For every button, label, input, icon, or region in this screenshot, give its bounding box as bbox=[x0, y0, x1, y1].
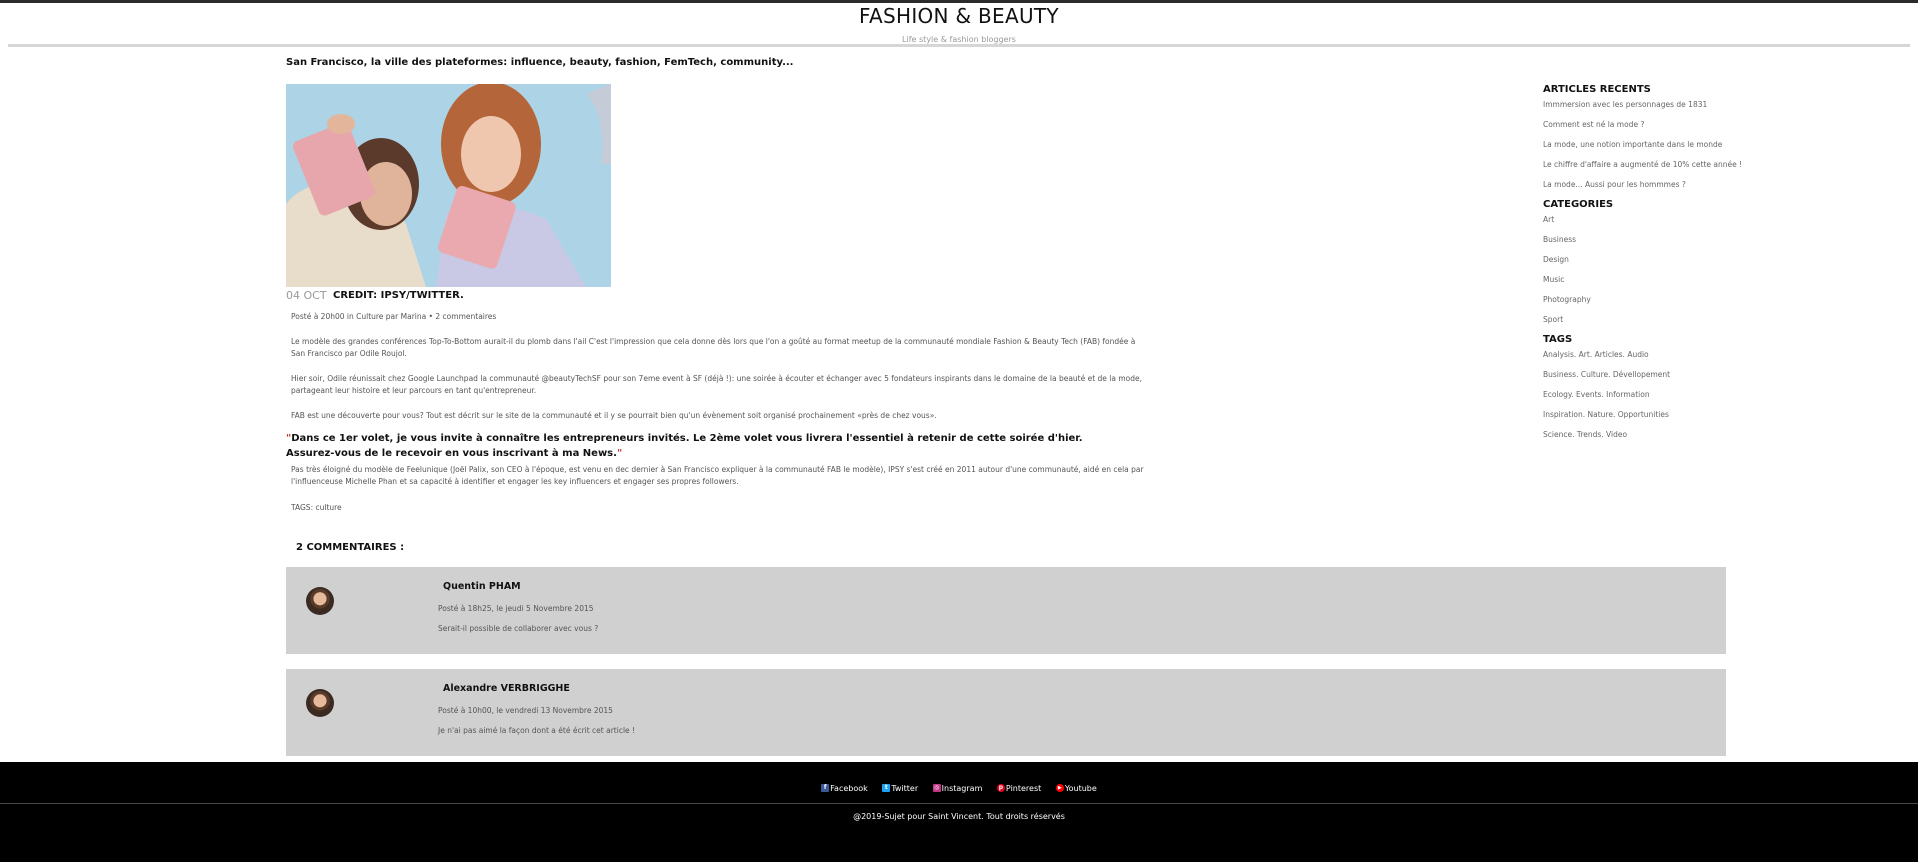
site-subtitle: Life style & fashion bloggers bbox=[902, 35, 1016, 44]
category-link-design[interactable]: Design bbox=[1543, 254, 1773, 274]
category-link-business[interactable]: Business bbox=[1543, 234, 1773, 254]
tag-group-link[interactable]: Ecology. Events. Information bbox=[1543, 389, 1773, 409]
avatar bbox=[306, 587, 334, 615]
category-link-photography[interactable]: Photography bbox=[1543, 294, 1773, 314]
facebook-label: Facebook bbox=[830, 783, 868, 793]
sidebar: ARTICLES RECENTS Immmersion avec les per… bbox=[1543, 84, 1773, 449]
avatar bbox=[306, 689, 334, 717]
article-quote: "Dans ce 1er volet, je vous invite à con… bbox=[286, 431, 1116, 461]
top-border bbox=[0, 0, 1918, 3]
category-link-sport[interactable]: Sport bbox=[1543, 314, 1773, 334]
recent-article-link[interactable]: Le chiffre d'affaire a augmenté de 10% c… bbox=[1543, 159, 1773, 179]
quote-text: Dans ce 1er volet, je vous invite à conn… bbox=[286, 433, 1083, 459]
recent-article-link[interactable]: La mode, une notion importante dans le m… bbox=[1543, 139, 1773, 159]
tag-group-link[interactable]: Business. Culture. Dévellopement bbox=[1543, 369, 1773, 389]
comment-date: Posté à 10h00, le vendredi 13 Novembre 2… bbox=[438, 706, 613, 715]
comment-author: Alexandre VERBRIGGHE bbox=[443, 683, 570, 694]
twitter-icon: t bbox=[882, 784, 891, 792]
twitter-label: Twitter bbox=[891, 783, 919, 793]
article-headline: San Francisco, la ville des plateformes:… bbox=[286, 57, 794, 68]
tag-group-link[interactable]: Inspiration. Nature. Opportunities bbox=[1543, 409, 1773, 429]
pinterest-link[interactable]: p Pinterest bbox=[996, 783, 1042, 793]
pinterest-label: Pinterest bbox=[1005, 783, 1042, 793]
comments-title: 2 COMMENTAIRES : bbox=[296, 542, 405, 553]
tags-heading: TAGS bbox=[1543, 334, 1573, 345]
quote-mark-close: " bbox=[616, 448, 623, 459]
comment-text: Je n'ai pas aimé la façon dont a été écr… bbox=[438, 726, 636, 735]
recent-article-link[interactable]: La mode... Aussi pour les hommmes ? bbox=[1543, 179, 1773, 199]
instagram-icon: ◎ bbox=[932, 784, 941, 792]
article-paragraph: Pas très éloigné du modèle de Feelunique… bbox=[291, 465, 1144, 486]
instagram-link[interactable]: ◎ Instagram bbox=[932, 783, 983, 793]
article-paragraph: Le modèle des grandes conférences Top-To… bbox=[291, 337, 1136, 358]
recent-articles-heading: ARTICLES RECENTS bbox=[1543, 84, 1651, 95]
instagram-label: Instagram bbox=[941, 783, 983, 793]
article-tags[interactable]: TAGS: culture bbox=[291, 503, 342, 512]
article-credit: CREDIT: IPSY/TWITTER. bbox=[333, 290, 464, 301]
article-date: 04 OCT bbox=[286, 289, 327, 302]
tag-group-link[interactable]: Analysis. Art. Articles. Audio bbox=[1543, 349, 1773, 369]
youtube-link[interactable]: ▶ Youtube bbox=[1055, 783, 1097, 793]
social-links: f Facebook t Twitter ◎ Instagram p Pinterest… bbox=[0, 782, 1918, 793]
categories-heading: CATEGORIES bbox=[1543, 199, 1614, 210]
comment-author: Quentin PHAM bbox=[443, 581, 521, 592]
comment-date: Posté à 18h25, le jeudi 5 Novembre 2015 bbox=[438, 604, 594, 613]
article-paragraph: Hier soir, Odile réunissait chez Google … bbox=[291, 374, 1143, 395]
article-paragraph: FAB est une découverte pour vous? Tout e… bbox=[291, 411, 937, 420]
comment-card: Quentin PHAM Posté à 18h25, le jeudi 5 N… bbox=[286, 567, 1726, 654]
facebook-icon: f bbox=[821, 784, 830, 792]
footer: f Facebook t Twitter ◎ Instagram p Pinterest… bbox=[0, 762, 1918, 862]
article-meta: Posté à 20h00 in Culture par Marina • 2 … bbox=[291, 312, 497, 321]
facebook-link[interactable]: f Facebook bbox=[821, 784, 868, 793]
youtube-icon: ▶ bbox=[1055, 784, 1064, 792]
header-divider bbox=[8, 44, 1910, 47]
comment-text: Serait-il possible de collaborer avec vo… bbox=[438, 624, 599, 633]
pinterest-icon: p bbox=[996, 784, 1005, 792]
article-hero-image bbox=[286, 84, 611, 287]
comment-card: Alexandre VERBRIGGHE Posté à 10h00, le v… bbox=[286, 669, 1726, 756]
tag-group-link[interactable]: Science. Trends. Video bbox=[1543, 429, 1773, 449]
category-link-art[interactable]: Art bbox=[1543, 214, 1773, 234]
category-link-music[interactable]: Music bbox=[1543, 274, 1773, 294]
copyright-text: @2019-Sujet pour Saint Vincent. Tout dro… bbox=[853, 812, 1065, 821]
recent-article-link[interactable]: Comment est né la mode ? bbox=[1543, 119, 1773, 139]
youtube-label: Youtube bbox=[1064, 783, 1097, 793]
recent-article-link[interactable]: Immmersion avec les personnages de 1831 bbox=[1543, 99, 1773, 119]
twitter-link[interactable]: t Twitter bbox=[882, 784, 918, 793]
footer-divider bbox=[0, 803, 1918, 804]
hero-illustration bbox=[286, 84, 611, 287]
site-title[interactable]: FASHION & BEAUTY bbox=[0, 4, 1918, 28]
